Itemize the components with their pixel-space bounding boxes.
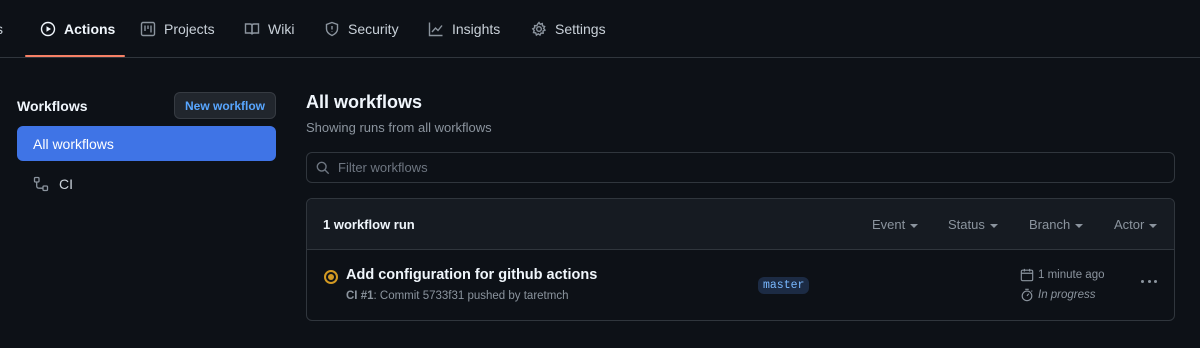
- graph-icon: [428, 22, 443, 37]
- caret-down-icon: [989, 223, 998, 228]
- filter-label: Branch: [1029, 217, 1071, 232]
- workflow-run-row[interactable]: Add configuration for github actions CI …: [307, 250, 1174, 320]
- search-icon: [316, 161, 330, 174]
- runs-count: 1 workflow run: [323, 217, 415, 232]
- play-icon: [40, 21, 56, 37]
- gear-icon: [531, 21, 547, 37]
- tab-wiki[interactable]: Wiki: [244, 0, 294, 58]
- filter-label: Status: [948, 217, 985, 232]
- tab-actions[interactable]: Actions: [40, 0, 115, 58]
- book-icon: [244, 23, 260, 35]
- calendar-icon: [1020, 268, 1034, 282]
- branch-label[interactable]: master: [758, 277, 810, 294]
- page-title: All workflows: [306, 92, 423, 112]
- kebab-horizontal-icon[interactable]: [1139, 273, 1159, 289]
- event-filter-dropdown[interactable]: Event: [872, 217, 919, 232]
- selected-tab-indicator: [25, 55, 125, 57]
- tab-insights[interactable]: Insights: [428, 0, 500, 58]
- shield-icon: [325, 21, 339, 37]
- tab-security[interactable]: Security: [324, 0, 399, 58]
- filter-workflows-input[interactable]: [338, 160, 1138, 175]
- sidebar-item-label: CI: [59, 175, 73, 192]
- run-title-link[interactable]: Add configuration for github actions: [346, 267, 597, 283]
- tab-label: Insights: [452, 21, 501, 37]
- run-time-label: 1 minute ago: [1038, 269, 1105, 281]
- status-filter-dropdown[interactable]: Status: [948, 217, 998, 232]
- project-icon: [140, 21, 156, 37]
- page-subtitle: Showing runs from all workflows: [306, 120, 492, 135]
- workflow-icon: [33, 176, 49, 191]
- actor-filter-dropdown[interactable]: Actor: [1114, 217, 1158, 232]
- caret-down-icon: [1075, 223, 1084, 228]
- filter-label: Event: [872, 217, 906, 232]
- tab-label: Security: [348, 21, 399, 37]
- runs-list-header: 1 workflow run Event Status Branch Actor: [307, 199, 1174, 250]
- tab-label: Actions: [64, 21, 116, 37]
- sidebar-title: Workflows: [17, 98, 88, 114]
- new-workflow-button[interactable]: New workflow: [174, 92, 276, 119]
- run-workflow-ref: CI #1: [346, 290, 374, 302]
- sidebar-item-label: All workflows: [33, 135, 114, 152]
- in-progress-status-icon: [324, 270, 338, 284]
- branch-filter-dropdown[interactable]: Branch: [1029, 217, 1084, 232]
- run-description: : Commit 5733f31 pushed by taretmch: [373, 290, 569, 302]
- tab-settings[interactable]: Settings: [531, 0, 606, 58]
- filter-workflows-field[interactable]: [306, 152, 1175, 183]
- tab-label: Wiki: [268, 21, 295, 37]
- tab-label: s: [0, 21, 3, 37]
- filter-label: Actor: [1114, 217, 1145, 232]
- run-meta: CI #1: Commit 5733f31 pushed by taretmch: [346, 290, 568, 302]
- sidebar-item-ci[interactable]: CI: [17, 166, 276, 201]
- run-duration-label: In progress: [1038, 289, 1096, 301]
- tab-projects[interactable]: Projects: [140, 0, 215, 58]
- workflow-runs-list: 1 workflow run Event Status Branch Actor…: [306, 198, 1175, 321]
- tab-label: Settings: [555, 21, 606, 37]
- sidebar-item-all-workflows[interactable]: All workflows: [17, 126, 276, 161]
- repo-nav: s Actions Projects Wiki Security Insight…: [0, 0, 1200, 58]
- caret-down-icon: [1149, 223, 1158, 228]
- run-duration: In progress: [1020, 288, 1096, 302]
- caret-down-icon: [910, 223, 919, 228]
- run-time: 1 minute ago: [1020, 268, 1105, 282]
- tab-label: Projects: [164, 21, 215, 37]
- stopwatch-icon: [1021, 288, 1033, 302]
- tab-pull-requests[interactable]: s: [0, 0, 3, 58]
